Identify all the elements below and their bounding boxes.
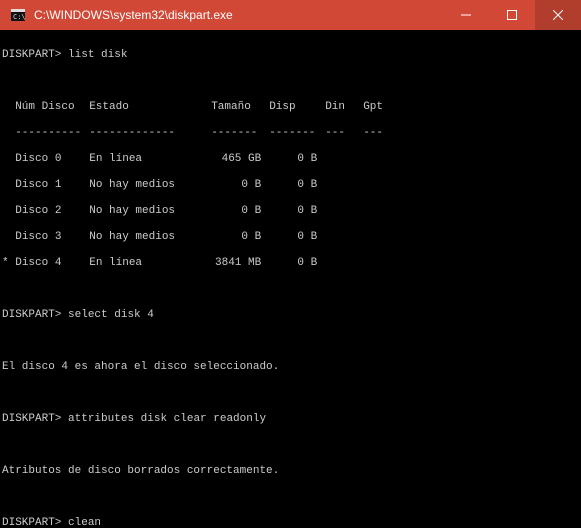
maximize-button[interactable] <box>489 0 535 30</box>
blank <box>2 283 577 296</box>
output-line: DISKPART> clean <box>2 517 577 528</box>
disk-row: Disco 3No hay medios0 B0 B <box>2 231 577 244</box>
disk-header: Núm DiscoEstadoTamañoDispDinGpt <box>2 101 577 114</box>
window-controls <box>443 0 581 30</box>
close-button[interactable] <box>535 0 581 30</box>
blank <box>2 387 577 400</box>
disk-sep: ----------------------------------------… <box>2 127 577 140</box>
titlebar[interactable]: C:\ C:\WINDOWS\system32\diskpart.exe <box>0 0 581 30</box>
blank <box>2 335 577 348</box>
output-line: El disco 4 es ahora el disco seleccionad… <box>2 361 577 374</box>
disk-row: * Disco 4En línea3841 MB0 B <box>2 257 577 270</box>
cmd-icon: C:\ <box>10 7 26 23</box>
disk-row: Disco 1No hay medios0 B0 B <box>2 179 577 192</box>
disk-row: Disco 2No hay medios0 B0 B <box>2 205 577 218</box>
output-line: DISKPART> list disk <box>2 49 577 62</box>
app-window: C:\ C:\WINDOWS\system32\diskpart.exe DIS… <box>0 0 581 528</box>
blank <box>2 75 577 88</box>
terminal-output[interactable]: DISKPART> list disk Núm DiscoEstadoTamañ… <box>0 30 581 528</box>
window-title: C:\WINDOWS\system32\diskpart.exe <box>34 8 443 22</box>
output-line: DISKPART> select disk 4 <box>2 309 577 322</box>
minimize-button[interactable] <box>443 0 489 30</box>
blank <box>2 439 577 452</box>
disk-row: Disco 0En línea465 GB0 B <box>2 153 577 166</box>
output-line: DISKPART> attributes disk clear readonly <box>2 413 577 426</box>
output-line: Atributos de disco borrados correctament… <box>2 465 577 478</box>
blank <box>2 491 577 504</box>
svg-text:C:\: C:\ <box>13 13 25 21</box>
